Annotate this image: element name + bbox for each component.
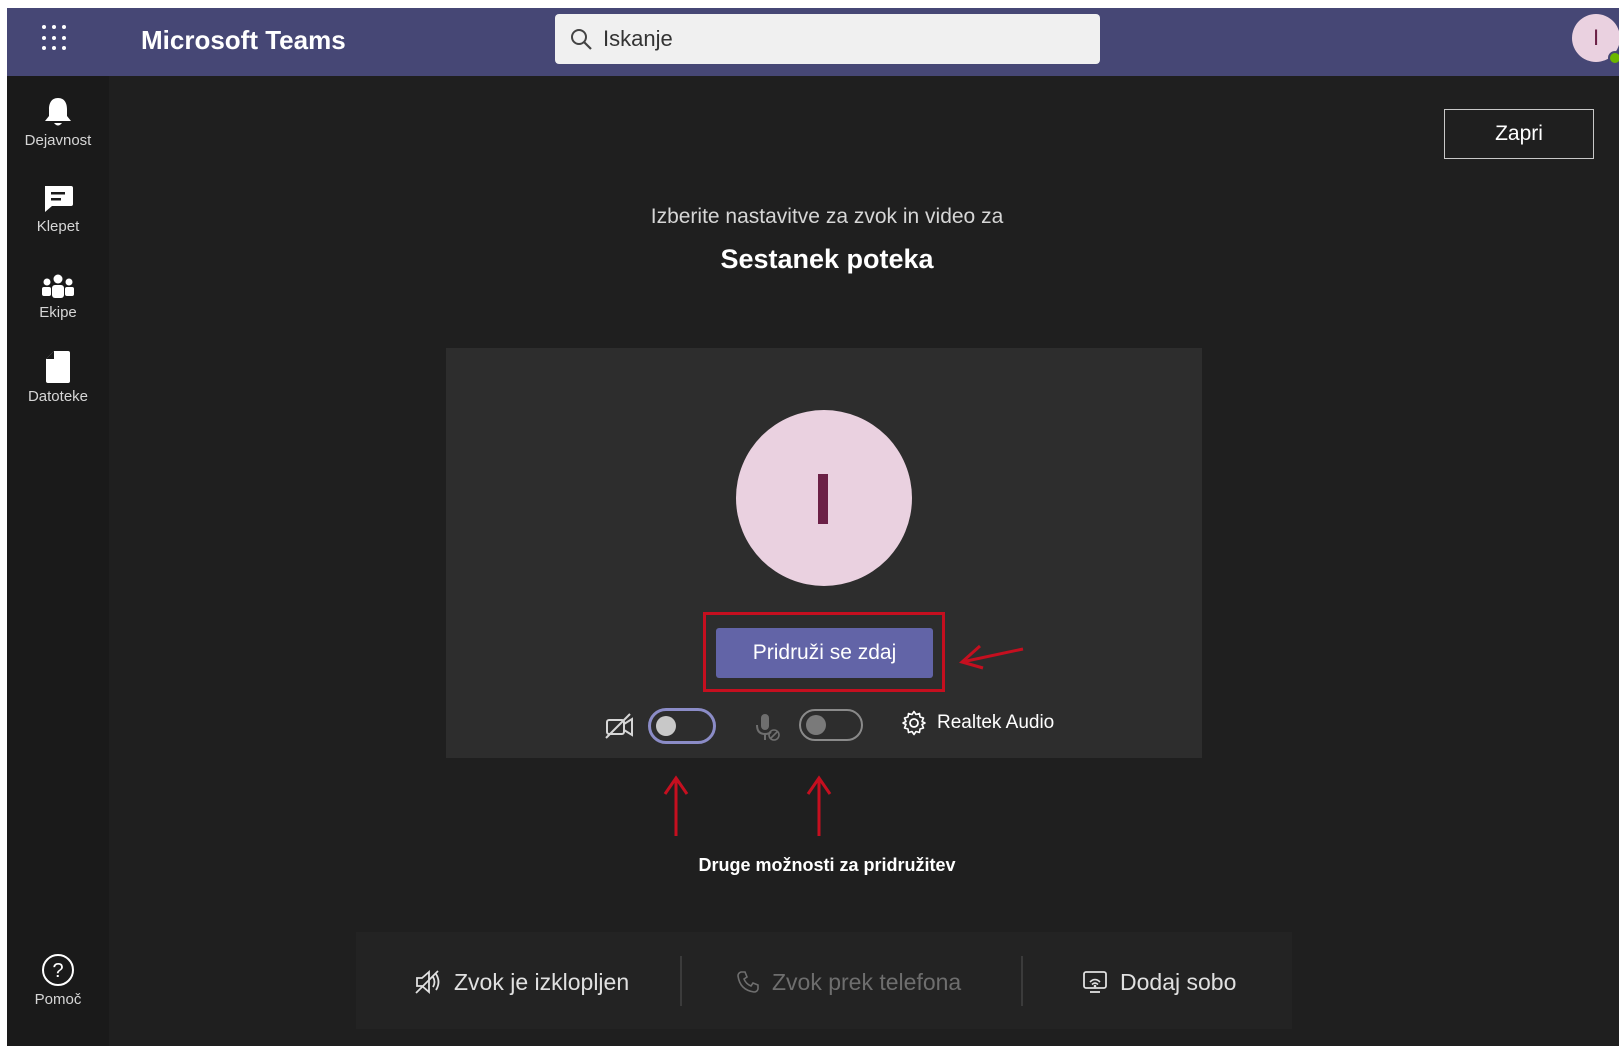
phone-audio-option[interactable]: Zvok prek telefona [736, 962, 961, 1002]
option-label: Zvok prek telefona [772, 968, 962, 995]
presence-available-icon [1608, 51, 1619, 65]
option-label: Dodaj sobo [1120, 968, 1237, 995]
sidebar-item-label: Klepet [36, 218, 80, 235]
phone-icon [737, 971, 759, 993]
device-label: Realtek Audio [937, 712, 1055, 733]
file-icon [46, 351, 70, 383]
join-now-button[interactable]: Pridruži se zdaj [716, 628, 933, 678]
sidebar-item-files[interactable]: Datoteke [7, 348, 109, 424]
svg-text:?: ? [52, 960, 63, 982]
sidebar-item-activity[interactable]: Dejavnost [7, 92, 109, 168]
app-bar: Dejavnost Klepet Ekipe Datoteke ? Pomoč [7, 76, 109, 1046]
preview-avatar: I [736, 410, 912, 586]
audio-off-option[interactable]: Zvok je izklopljen [414, 962, 629, 1002]
prejoin-subtitle: Izberite nastavitve za zvok in video za [650, 205, 1004, 228]
video-preview: I Pridruži se zdaj Rea [446, 348, 1202, 758]
meeting-title: Sestanek poteka [720, 244, 934, 274]
chat-icon [45, 186, 73, 212]
sidebar-item-label: Datoteke [27, 388, 89, 405]
search-box[interactable] [555, 14, 1100, 64]
mic-off-icon [756, 714, 780, 741]
app-launcher-icon[interactable] [42, 25, 68, 51]
gear-icon [902, 710, 926, 736]
sidebar-item-chat[interactable]: Klepet [7, 178, 109, 254]
sidebar-item-label: Dejavnost [24, 132, 92, 149]
option-label: Zvok je izklopljen [454, 968, 630, 995]
sidebar-item-label: Ekipe [39, 304, 77, 321]
camera-off-icon [605, 713, 633, 739]
search-icon [571, 29, 592, 50]
top-bar: Microsoft Teams I [7, 8, 1619, 76]
teams-icon [42, 274, 74, 298]
help-icon: ? [42, 954, 74, 986]
annotation-arrow-camera [663, 775, 689, 836]
sidebar-item-label: Pomoč [34, 991, 82, 1008]
mic-toggle[interactable] [799, 709, 863, 741]
annotation-highlight-box: Pridruži se zdaj [703, 612, 945, 692]
divider [680, 956, 682, 1006]
cast-room-icon [1083, 971, 1107, 993]
search-input[interactable] [603, 19, 1083, 59]
device-settings-button[interactable]: Realtek Audio [901, 710, 1054, 736]
other-options-title: Druge možnosti za pridružitev [698, 855, 956, 875]
app-title: Microsoft Teams [141, 25, 346, 55]
speaker-off-icon [415, 970, 440, 994]
camera-toggle[interactable] [648, 708, 716, 744]
bell-icon [45, 98, 71, 126]
sidebar-item-teams[interactable]: Ekipe [7, 264, 109, 340]
sidebar-item-help[interactable]: ? Pomoč [7, 951, 109, 1027]
teams-window: Microsoft Teams I Dejavnost [7, 8, 1619, 1046]
join-options-bar: Zvok je izklopljen Zvok prek telefona Do… [356, 932, 1292, 1029]
close-button[interactable]: Zapri [1444, 109, 1594, 159]
add-room-option[interactable]: Dodaj sobo [1082, 962, 1236, 1002]
divider [1021, 956, 1023, 1006]
annotation-arrow-mic [806, 775, 832, 836]
